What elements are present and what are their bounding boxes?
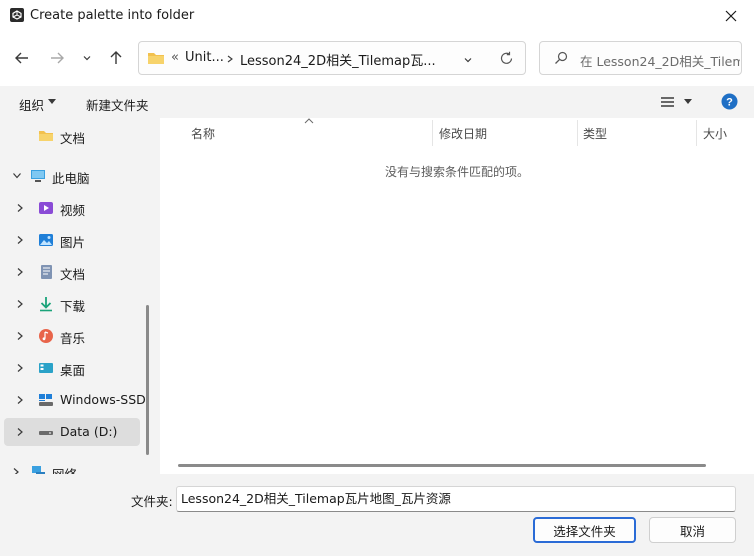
network-icon (32, 466, 45, 474)
organize-menu[interactable]: 组织 (19, 95, 44, 114)
search-box[interactable]: 在 Lesson24_2D相关_Tilem... (539, 41, 742, 75)
chevron-right-icon[interactable] (16, 427, 24, 437)
column-divider[interactable] (696, 120, 697, 146)
tree-item-label: 文档 (60, 267, 86, 282)
column-header-type[interactable]: 类型 (583, 125, 607, 142)
arrow-left-icon (15, 52, 28, 64)
column-headers: 名称 修改日期 类型 大小 (160, 118, 754, 146)
column-divider[interactable] (432, 120, 433, 146)
title-bar: Create palette into folder (0, 0, 754, 32)
music-icon (39, 329, 53, 343)
arrow-up-icon (110, 51, 122, 64)
select-folder-button[interactable]: 选择文件夹 (533, 517, 636, 543)
breadcrumb-overflow[interactable]: « (171, 50, 179, 65)
tree-item-documents-quick[interactable]: 文档 (4, 122, 140, 150)
tree-item-data-d[interactable]: Data (D:) (4, 418, 140, 446)
svg-text:?: ? (726, 97, 733, 109)
tree-item-network[interactable]: 网络 (4, 458, 140, 474)
sort-ascending-icon (304, 118, 314, 124)
new-folder-button[interactable]: 新建文件夹 (86, 95, 149, 114)
recent-locations-button[interactable] (75, 45, 99, 71)
arrow-right-icon (51, 52, 64, 64)
column-header-size[interactable]: 大小 (703, 125, 727, 142)
chevron-right-icon (227, 55, 233, 63)
refresh-icon[interactable] (499, 51, 514, 66)
computer-icon (31, 170, 45, 182)
empty-message: 没有与搜索条件匹配的项。 (384, 165, 529, 179)
address-bar[interactable]: « Unit... Lesson24_2D相关_Tilemap瓦... (138, 41, 526, 75)
desktop-icon (39, 363, 53, 373)
dropdown-triangle-icon (48, 99, 56, 104)
tree-item-downloads[interactable]: 下载 (4, 290, 140, 318)
folder-name-input[interactable]: Lesson24_2D相关_Tilemap瓦片地图_瓦片资源 (176, 486, 736, 512)
chevron-right-icon[interactable] (16, 363, 24, 373)
video-icon (39, 202, 53, 214)
chevron-right-icon[interactable] (16, 331, 24, 341)
breadcrumb-item-unity[interactable]: Unit... (185, 50, 224, 65)
tree-item-windows-ssd[interactable]: Windows-SSD (4, 386, 146, 414)
tree-item-pictures[interactable]: 图片 (4, 226, 140, 254)
dialog-window: Create palette into folder « Unit... Les… (0, 0, 754, 556)
chevron-right-icon[interactable] (16, 395, 24, 405)
tree-item-this-pc[interactable]: 此电脑 (4, 162, 140, 190)
help-icon[interactable]: ? (721, 93, 738, 110)
drive-icon (39, 431, 53, 435)
tree-item-documents[interactable]: 文档 (4, 258, 140, 286)
pictures-icon (39, 234, 53, 246)
chevron-right-icon[interactable] (16, 267, 24, 277)
folder-icon (148, 53, 164, 64)
folder-field-label: 文件夹: (131, 494, 173, 509)
download-icon (40, 297, 52, 312)
chevron-down-icon[interactable] (12, 172, 22, 180)
navigation-pane-scrollbar[interactable] (146, 305, 149, 455)
file-list-pane: 名称 修改日期 类型 大小 没有与搜索条件匹配的项。 (160, 118, 754, 474)
tree-item-desktop[interactable]: 桌面 (4, 354, 140, 382)
tree-item-label: 图片 (60, 235, 86, 250)
tree-item-label: 此电脑 (52, 171, 90, 186)
tree-item-label: Windows-SSD (60, 392, 146, 407)
search-icon (555, 51, 568, 64)
navigation-pane: 文档 此电脑 视频 图片 文档 下载 音乐 桌面 Windows-SSD Dat… (0, 118, 155, 474)
documents-icon (41, 265, 52, 279)
up-button[interactable] (103, 45, 129, 71)
tree-item-videos[interactable]: 视频 (4, 194, 140, 222)
tree-item-label: 音乐 (60, 331, 86, 346)
tree-item-label: 网络 (52, 464, 77, 474)
column-header-name[interactable]: 名称 (191, 125, 215, 142)
tree-item-label: Data (D:) (60, 424, 118, 439)
tree-item-label: 视频 (60, 203, 86, 218)
folder-icon (39, 131, 53, 141)
forward-button[interactable] (44, 45, 70, 71)
view-list-icon[interactable] (661, 97, 674, 107)
back-button[interactable] (9, 45, 35, 71)
search-placeholder: 在 Lesson24_2D相关_Tilem... (580, 54, 740, 69)
chevron-right-icon[interactable] (16, 203, 24, 213)
tree-item-label: 下载 (60, 299, 86, 314)
tree-item-music[interactable]: 音乐 (4, 322, 140, 350)
command-bar: 组织 新建文件夹 ? (0, 86, 754, 118)
window-title: Create palette into folder (30, 8, 195, 23)
drive-icon (39, 394, 53, 406)
chevron-down-icon[interactable] (463, 55, 473, 65)
column-divider[interactable] (577, 120, 578, 146)
tree-item-label: 桌面 (60, 363, 86, 378)
chevron-right-icon[interactable] (12, 467, 20, 474)
breadcrumb-item-lesson[interactable]: Lesson24_2D相关_Tilemap瓦... (240, 50, 436, 69)
tree-item-label: 文档 (60, 131, 86, 146)
close-button[interactable] (708, 0, 754, 32)
cancel-button[interactable]: 取消 (649, 517, 736, 543)
chevron-right-icon[interactable] (16, 235, 24, 245)
unity-app-icon (10, 8, 24, 22)
chevron-down-icon (83, 56, 91, 61)
column-header-modified[interactable]: 修改日期 (439, 125, 487, 142)
chevron-right-icon[interactable] (16, 299, 24, 309)
file-list-horizontal-scrollbar[interactable] (178, 464, 706, 467)
dropdown-triangle-icon[interactable] (684, 99, 692, 105)
close-icon (725, 10, 737, 22)
dialog-footer: 文件夹: Lesson24_2D相关_Tilemap瓦片地图_瓦片资源 选择文件… (0, 474, 754, 556)
